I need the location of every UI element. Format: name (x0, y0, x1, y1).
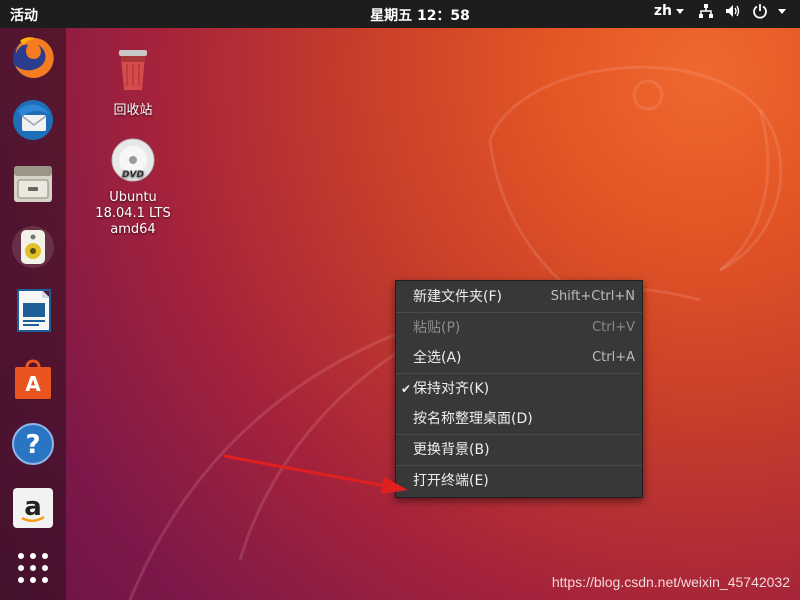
watermark: https://blog.csdn.net/weixin_45742032 (551, 574, 790, 590)
annotation-arrow (223, 454, 408, 494)
